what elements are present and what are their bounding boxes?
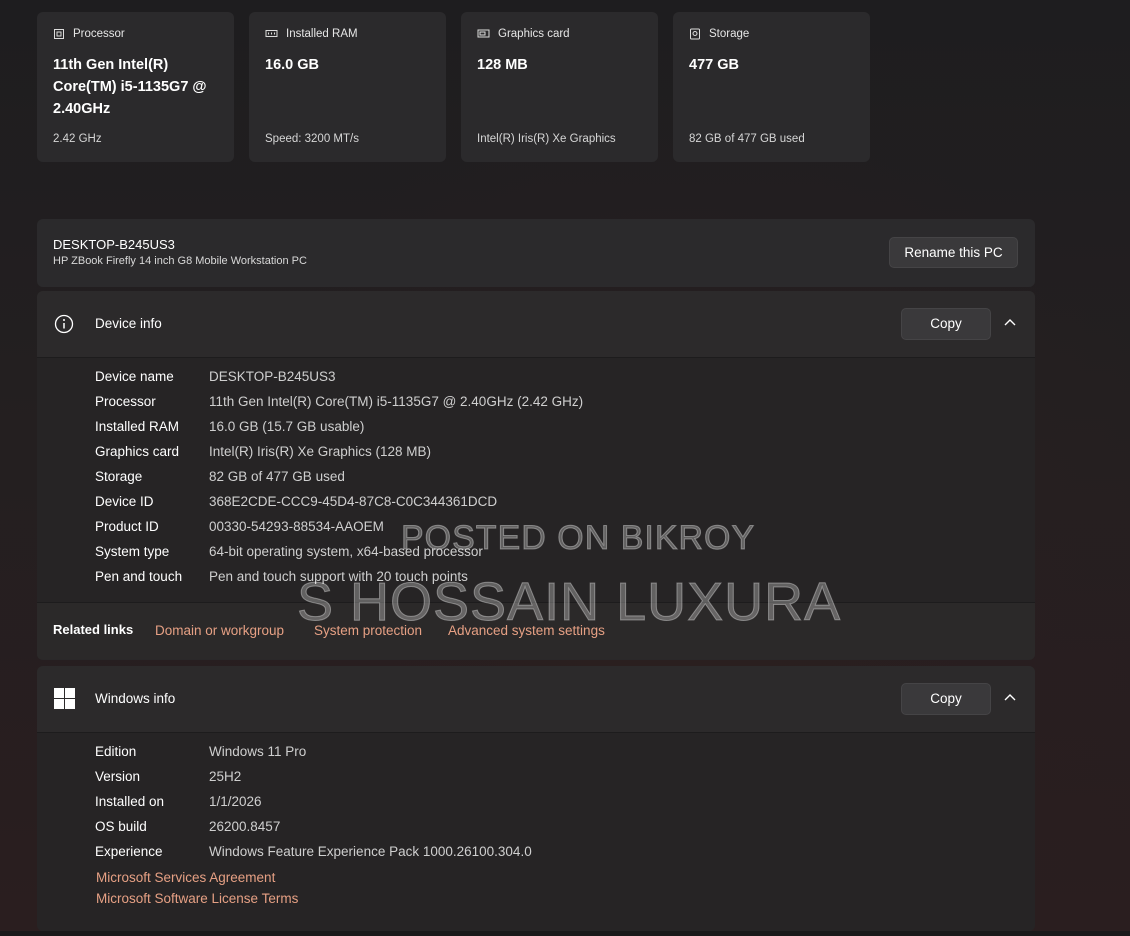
info-value: 26200.8457 <box>209 819 281 834</box>
rename-pc-button[interactable]: Rename this PC <box>889 237 1018 268</box>
windows-info-section: Windows info Copy Edition Windows 11 Pro … <box>37 666 1035 931</box>
windows-logo-icon <box>54 688 75 709</box>
advanced-system-settings-link[interactable]: Advanced system settings <box>448 623 605 638</box>
storage-icon <box>690 28 700 40</box>
windows-info-copy-button[interactable]: Copy <box>901 683 991 715</box>
info-key: Device name <box>95 369 174 384</box>
ram-card-sub: Speed: 3200 MT/s <box>265 133 359 145</box>
processor-icon <box>54 29 64 39</box>
info-icon <box>54 314 74 334</box>
windows-info-body: Edition Windows 11 Pro Version 25H2 Instal… <box>37 733 1035 931</box>
storage-card-sub: 82 GB of 477 GB used <box>689 133 805 145</box>
storage-value-line: 477 GB <box>689 57 739 73</box>
license-terms-link[interactable]: Microsoft Software License Terms <box>96 891 298 906</box>
info-value: 82 GB of 477 GB used <box>209 469 345 484</box>
services-agreement-link[interactable]: Microsoft Services Agreement <box>96 870 275 885</box>
info-value: DESKTOP-B245US3 <box>209 369 336 384</box>
storage-card-header: Storage <box>689 27 854 41</box>
graphics-card-header: Graphics card <box>477 27 642 41</box>
processor-card-label: Processor <box>73 28 125 40</box>
info-key: Installed on <box>95 794 165 809</box>
windows-info-title: Windows info <box>95 691 176 706</box>
device-info-title: Device info <box>95 316 162 331</box>
graphics-card-value: 128 MB <box>477 54 642 76</box>
info-value: 1/1/2026 <box>209 794 262 809</box>
info-value: Pen and touch support with 20 touch poin… <box>209 569 468 584</box>
processor-card-value: 11th Gen Intel(R) Core(TM) i5-1135G7 @ 2… <box>53 54 218 120</box>
processor-value-line: 2.40GHz <box>53 101 111 117</box>
ram-value-line: 16.0 GB <box>265 57 319 73</box>
info-value: 00330-54293-88534-AAOEM <box>209 519 384 534</box>
device-info-section: Device info Copy Device name DESKTOP-B245… <box>37 291 1035 660</box>
graphics-card-label: Graphics card <box>498 28 570 40</box>
info-key: Pen and touch <box>95 569 183 584</box>
info-key: Version <box>95 769 141 784</box>
graphics-card-card: Graphics card 128 MB Intel(R) Iris(R) Xe… <box>461 12 658 162</box>
chevron-up-icon[interactable] <box>1004 693 1016 701</box>
windows-info-header[interactable]: Windows info Copy <box>37 666 1035 733</box>
processor-card-header: Processor <box>53 27 218 41</box>
ram-icon <box>265 30 278 37</box>
info-value: 368E2CDE-CCC9-45D4-87C8-C0C344361DCD <box>209 494 498 509</box>
ram-card-value: 16.0 GB <box>265 54 430 76</box>
pc-name: DESKTOP-B245US3 <box>53 237 175 252</box>
processor-card-sub: 2.42 GHz <box>53 133 102 145</box>
ram-card-label: Installed RAM <box>286 28 358 40</box>
processor-value-line: 11th Gen Intel(R) <box>53 57 169 73</box>
storage-card: Storage 477 GB 82 GB of 477 GB used <box>673 12 870 162</box>
info-key: OS build <box>95 819 147 834</box>
domain-workgroup-link[interactable]: Domain or workgroup <box>155 623 284 638</box>
storage-card-value: 477 GB <box>689 54 854 76</box>
info-value: Windows 11 Pro <box>209 744 307 759</box>
pc-name-bar: DESKTOP-B245US3 HP ZBook Firefly 14 inch… <box>37 219 1035 287</box>
device-info-header[interactable]: Device info Copy <box>37 291 1035 358</box>
graphics-card-icon <box>477 29 490 38</box>
related-links-label: Related links <box>53 622 134 637</box>
chevron-up-icon[interactable] <box>1004 318 1016 326</box>
info-value: Intel(R) Iris(R) Xe Graphics (128 MB) <box>209 444 432 459</box>
info-key: Edition <box>95 744 137 759</box>
graphics-card-sub: Intel(R) Iris(R) Xe Graphics <box>477 133 616 145</box>
info-key: Graphics card <box>95 444 180 459</box>
system-protection-link[interactable]: System protection <box>314 623 422 638</box>
info-value: 25H2 <box>209 769 242 784</box>
info-value: 64-bit operating system, x64-based proce… <box>209 544 483 559</box>
processor-card: Processor 11th Gen Intel(R) Core(TM) i5-… <box>37 12 234 162</box>
info-key: Storage <box>95 469 143 484</box>
info-value: 16.0 GB (15.7 GB usable) <box>209 419 365 434</box>
related-links-bar: Related links Domain or workgroup System… <box>37 602 1035 659</box>
info-key: System type <box>95 544 170 559</box>
ram-card: Installed RAM 16.0 GB Speed: 3200 MT/s <box>249 12 446 162</box>
info-key: Device ID <box>95 494 154 509</box>
info-key: Product ID <box>95 519 159 534</box>
pc-model: HP ZBook Firefly 14 inch G8 Mobile Works… <box>53 255 307 267</box>
info-key: Installed RAM <box>95 419 180 434</box>
ram-card-header: Installed RAM <box>265 27 430 41</box>
device-info-body: Device name DESKTOP-B245US3 Processor 11th… <box>37 358 1035 602</box>
processor-value-line: Core(TM) i5-1135G7 @ <box>53 79 207 95</box>
device-info-copy-button[interactable]: Copy <box>901 308 991 340</box>
info-key: Experience <box>95 844 163 859</box>
storage-card-label: Storage <box>709 28 750 40</box>
info-key: Processor <box>95 394 156 409</box>
info-value: 11th Gen Intel(R) Core(TM) i5-1135G7 @ 2… <box>209 394 584 409</box>
graphics-value-line: 128 MB <box>477 57 528 73</box>
bottom-divider <box>0 931 1130 936</box>
info-value: Windows Feature Experience Pack 1000.261… <box>209 844 532 859</box>
